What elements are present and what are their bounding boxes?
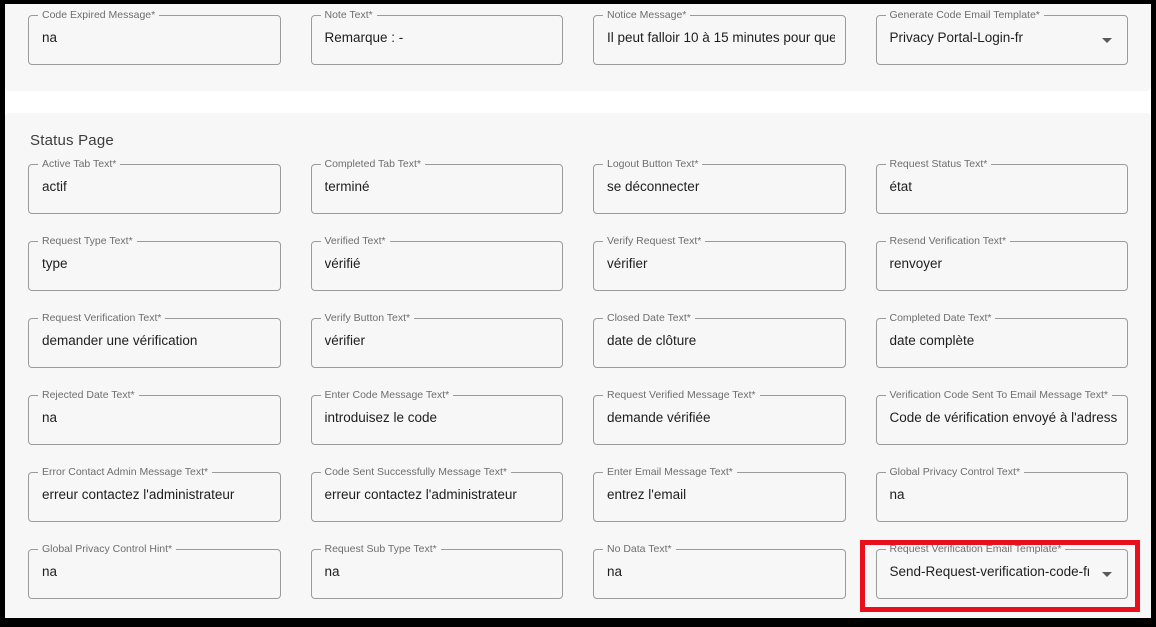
field-notice-message[interactable]: Notice Message* Il peut falloir 10 à 15 … — [593, 15, 846, 65]
field-value: na — [607, 564, 835, 579]
field-value: date de clôture — [607, 333, 835, 348]
field-value: Privacy Portal-Login-fr — [890, 30, 1090, 45]
field-value: na — [325, 564, 553, 579]
field-label: No Data Text* — [603, 543, 676, 556]
screenshot-frame: Code Expired Message* na Note Text* Rema… — [0, 0, 1156, 627]
field-logout-button-text[interactable]: Logout Button Text* se déconnecter — [593, 164, 846, 214]
field-label: Request Verified Message Text* — [603, 389, 760, 402]
field-label: Active Tab Text* — [38, 158, 120, 171]
field-value: vérifié — [325, 256, 553, 271]
field-completed-date-text[interactable]: Completed Date Text* date complète — [876, 318, 1129, 368]
field-value: se déconnecter — [607, 179, 835, 194]
field-global-privacy-control-text[interactable]: Global Privacy Control Text* na — [876, 472, 1129, 522]
field-label: Global Privacy Control Text* — [886, 466, 1025, 479]
field-label: Request Verification Text* — [38, 312, 165, 325]
field-label: Request Status Text* — [886, 158, 992, 171]
field-label: Error Contact Admin Message Text* — [38, 466, 212, 479]
top-field-grid: Code Expired Message* na Note Text* Rema… — [28, 15, 1128, 65]
field-value: erreur contactez l'administrateur — [325, 487, 553, 502]
status-field-grid: Active Tab Text* actif Completed Tab Tex… — [28, 164, 1128, 599]
section-gap — [5, 91, 1151, 113]
field-label: Generate Code Email Template* — [886, 9, 1044, 22]
form-section-top: Code Expired Message* na Note Text* Rema… — [5, 4, 1151, 91]
field-label: Request Type Text* — [38, 235, 137, 248]
field-generate-code-email-template[interactable]: Generate Code Email Template* Privacy Po… — [876, 15, 1129, 65]
field-value: na — [42, 30, 270, 45]
field-no-data-text[interactable]: No Data Text* na — [593, 549, 846, 599]
dropdown-arrow-icon[interactable] — [1102, 572, 1112, 577]
field-resend-verification-text[interactable]: Resend Verification Text* renvoyer — [876, 241, 1129, 291]
field-request-type-text[interactable]: Request Type Text* type — [28, 241, 281, 291]
field-verify-request-text[interactable]: Verify Request Text* vérifier — [593, 241, 846, 291]
field-label: Global Privacy Control Hint* — [38, 543, 176, 556]
field-label: Completed Tab Text* — [321, 158, 426, 171]
field-label: Verify Button Text* — [321, 312, 415, 325]
field-label: Request Verification Email Template* — [886, 543, 1066, 556]
field-value: date complète — [890, 333, 1118, 348]
field-value: Send-Request-verification-code-fr — [890, 564, 1090, 579]
field-label: Enter Email Message Text* — [603, 466, 737, 479]
field-value: type — [42, 256, 270, 271]
field-error-contact-admin-message-text[interactable]: Error Contact Admin Message Text* erreur… — [28, 472, 281, 522]
field-value: demander une vérification — [42, 333, 270, 348]
field-value: Il peut falloir 10 à 15 minutes pour que… — [607, 30, 835, 45]
field-note-text[interactable]: Note Text* Remarque : - — [311, 15, 564, 65]
dropdown-arrow-icon[interactable] — [1102, 38, 1112, 43]
field-value: terminé — [325, 179, 553, 194]
field-label: Code Sent Successfully Message Text* — [321, 466, 511, 479]
field-request-sub-type-text[interactable]: Request Sub Type Text* na — [311, 549, 564, 599]
field-value: na — [42, 564, 270, 579]
field-verify-button-text[interactable]: Verify Button Text* vérifier — [311, 318, 564, 368]
field-request-verification-email-template[interactable]: Request Verification Email Template* Sen… — [876, 549, 1129, 599]
field-label: Verify Request Text* — [603, 235, 705, 248]
field-verification-code-sent-to-email-message-text[interactable]: Verification Code Sent To Email Message … — [876, 395, 1129, 445]
field-value: introduisez le code — [325, 410, 553, 425]
field-label: Note Text* — [321, 9, 377, 22]
field-code-expired-message[interactable]: Code Expired Message* na — [28, 15, 281, 65]
field-request-verification-text[interactable]: Request Verification Text* demander une … — [28, 318, 281, 368]
field-label: Logout Button Text* — [603, 158, 702, 171]
field-closed-date-text[interactable]: Closed Date Text* date de clôture — [593, 318, 846, 368]
field-value: renvoyer — [890, 256, 1118, 271]
field-value: actif — [42, 179, 270, 194]
status-page-section-title: Status Page — [30, 132, 1128, 149]
field-value: état — [890, 179, 1118, 194]
field-label: Verified Text* — [321, 235, 390, 248]
field-request-verified-message-text[interactable]: Request Verified Message Text* demande v… — [593, 395, 846, 445]
field-value: na — [890, 487, 1118, 502]
field-value: entrez l'email — [607, 487, 835, 502]
field-label: Completed Date Text* — [886, 312, 996, 325]
field-value: Code de vérification envoyé à l'adresse … — [890, 410, 1118, 425]
field-request-status-text[interactable]: Request Status Text* état — [876, 164, 1129, 214]
form-section-status-page: Status Page Active Tab Text* actif Compl… — [5, 113, 1151, 623]
field-label: Request Sub Type Text* — [321, 543, 441, 556]
field-value: Remarque : - — [325, 30, 553, 45]
field-code-sent-successfully-message-text[interactable]: Code Sent Successfully Message Text* err… — [311, 472, 564, 522]
field-value: vérifier — [325, 333, 553, 348]
field-enter-email-message-text[interactable]: Enter Email Message Text* entrez l'email — [593, 472, 846, 522]
field-label: Notice Message* — [603, 9, 690, 22]
field-label: Enter Code Message Text* — [321, 389, 454, 402]
field-rejected-date-text[interactable]: Rejected Date Text* na — [28, 395, 281, 445]
field-enter-code-message-text[interactable]: Enter Code Message Text* introduisez le … — [311, 395, 564, 445]
field-value: vérifier — [607, 256, 835, 271]
field-completed-tab-text[interactable]: Completed Tab Text* terminé — [311, 164, 564, 214]
field-label: Closed Date Text* — [603, 312, 695, 325]
field-label: Rejected Date Text* — [38, 389, 139, 402]
field-value: demande vérifiée — [607, 410, 835, 425]
field-label: Verification Code Sent To Email Message … — [886, 389, 1112, 402]
field-global-privacy-control-hint[interactable]: Global Privacy Control Hint* na — [28, 549, 281, 599]
field-active-tab-text[interactable]: Active Tab Text* actif — [28, 164, 281, 214]
field-verified-text[interactable]: Verified Text* vérifié — [311, 241, 564, 291]
field-label: Code Expired Message* — [38, 9, 159, 22]
field-value: erreur contactez l'administrateur — [42, 487, 270, 502]
field-value: na — [42, 410, 270, 425]
field-label: Resend Verification Text* — [886, 235, 1011, 248]
